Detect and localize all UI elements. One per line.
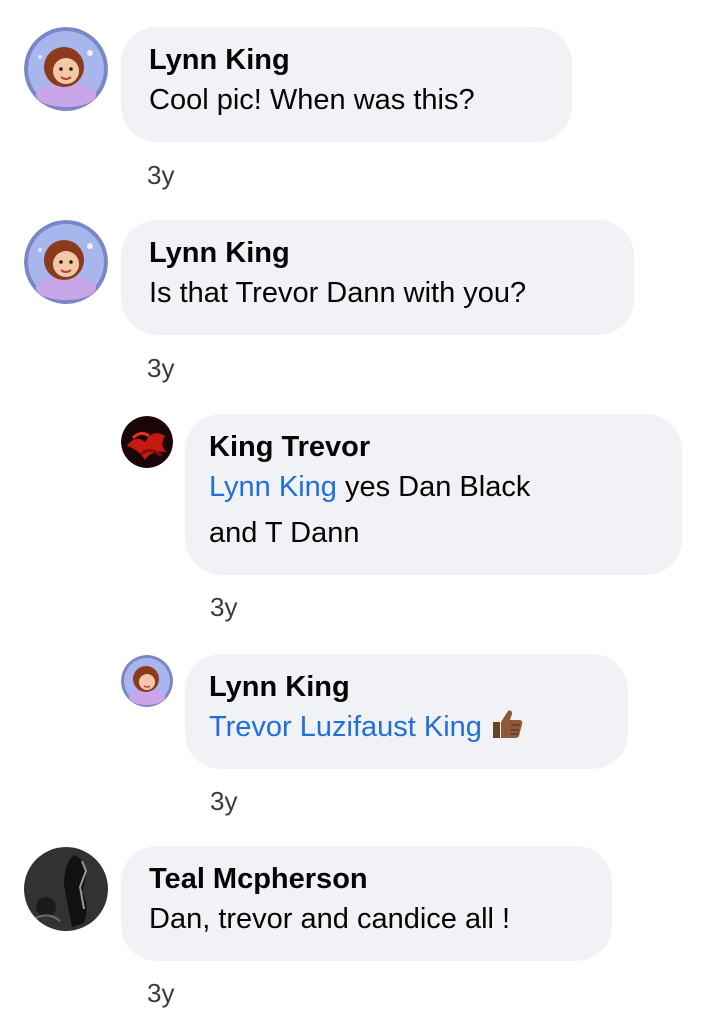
comment-bubble: Teal Mcpherson Dan, trevor and candice a…: [121, 846, 612, 961]
comment-author[interactable]: Lynn King: [149, 43, 544, 77]
mention-link[interactable]: Trevor Luzifaust King: [209, 711, 482, 743]
comment-text-line: and T Dann: [209, 517, 360, 549]
mention-link[interactable]: Lynn King: [209, 471, 337, 503]
comment-text-line: yes Dan Black: [336, 471, 531, 503]
comment-timestamp[interactable]: 3y: [210, 592, 237, 623]
comment-author[interactable]: King Trevor: [209, 430, 658, 464]
avatar[interactable]: [24, 220, 108, 304]
comment-text: Dan, trevor and candice all !: [149, 903, 511, 935]
comment-timestamp[interactable]: 3y: [147, 978, 174, 1009]
avatar[interactable]: [121, 655, 173, 707]
comment-timestamp[interactable]: 3y: [147, 160, 174, 191]
thumbs-up-icon: [490, 708, 524, 754]
comment-author[interactable]: Lynn King: [209, 670, 604, 704]
avatar[interactable]: [24, 27, 108, 111]
comment-author[interactable]: Lynn King: [149, 236, 606, 270]
comment-bubble: Lynn King Is that Trevor Dann with you?: [121, 220, 634, 335]
comment-text: Cool pic! When was this?: [149, 84, 475, 116]
avatar[interactable]: [121, 416, 173, 468]
comment-bubble: Lynn King Trevor Luzifaust King: [185, 654, 628, 769]
comment-timestamp[interactable]: 3y: [147, 353, 174, 384]
comment-text: Is that Trevor Dann with you?: [149, 277, 527, 309]
avatar[interactable]: [24, 847, 108, 931]
comment-bubble: Lynn King Cool pic! When was this?: [121, 27, 572, 142]
comment-bubble: King Trevor Lynn King yes Dan Black and T…: [185, 414, 682, 575]
comment-text: Trevor Luzifaust King: [209, 704, 604, 754]
comment-author[interactable]: Teal Mcpherson: [149, 862, 584, 896]
comment-timestamp[interactable]: 3y: [210, 786, 237, 817]
comment-text: Lynn King yes Dan Black and T Dann: [209, 464, 658, 556]
